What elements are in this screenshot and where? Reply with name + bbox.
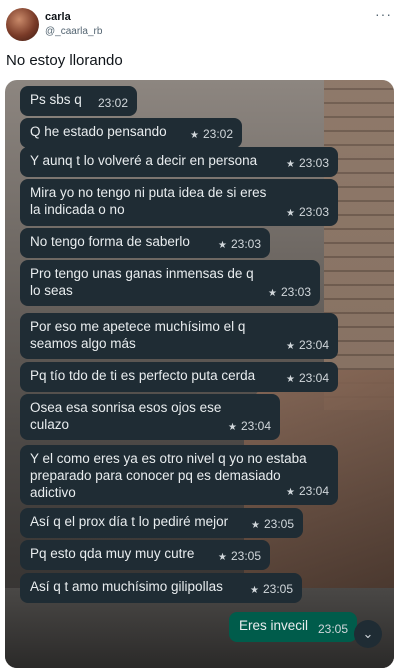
star-icon: ★ [268,288,277,299]
message-text: Pro tengo unas ganas inmensas de q lo se… [30,266,254,298]
star-icon: ★ [251,520,260,531]
message-time: 23:02 [98,95,128,112]
message-time: ★ 23:03 [286,204,329,222]
message-time: ★ 23:05 [251,516,294,534]
message-time: ★ 23:03 [218,236,261,254]
message-timestamp: 23:03 [298,205,329,219]
star-icon: ★ [286,341,295,352]
avatar[interactable] [6,8,39,41]
message-timestamp: 23:05 [317,622,348,636]
message-text: Y aunq t lo volveré a decir en persona [30,153,258,168]
star-icon: ★ [218,240,227,251]
message-time: ★ 23:04 [286,337,329,355]
message-time: ★ 23:03 [286,155,329,173]
message-text: Y el como eres ya es otro nivel q yo no … [30,451,307,500]
chat-message: Pro tengo unas ganas inmensas de q lo se… [20,260,320,306]
message-timestamp: 23:03 [298,156,329,170]
message-timestamp: 23:04 [298,338,329,352]
message-text: Por eso me apetece muchísimo el q seamos… [30,319,246,351]
message-timestamp: 23:03 [280,285,311,299]
message-time: ★ 23:04 [228,418,271,436]
star-icon: ★ [286,487,295,498]
message-timestamp: 23:02 [97,96,128,110]
message-timestamp: 23:05 [262,582,293,596]
message-timestamp: 23:04 [298,371,329,385]
chat-message: Ps sbs q 23:02 [20,86,137,116]
more-options-icon[interactable]: ··· [375,6,392,22]
message-text: Osea esa sonrisa esos ojos ese culazo [30,400,222,432]
chat-message: Así q el prox día t lo pediré mejor ★ 23:… [20,508,303,538]
display-name[interactable]: carla [45,11,71,23]
chat-message: Y aunq t lo volveré a decir en persona ★… [20,147,338,177]
tweet-text: No estoy llorando [6,52,123,69]
chat-message: Por eso me apetece muchísimo el q seamos… [20,313,338,359]
message-text: Pq tío tdo de ti es perfecto puta cerda [30,368,256,383]
message-time: ★ 23:04 [286,483,329,501]
chat-message: Mira yo no tengo ni puta idea de si eres… [20,179,338,226]
user-handle[interactable]: @_caarla_rb [45,26,102,37]
star-icon: ★ [286,374,295,385]
star-icon: ★ [190,130,199,141]
star-icon: ★ [286,208,295,219]
scroll-down-icon[interactable]: ⌄ [354,620,382,648]
chat-message: Y el como eres ya es otro nivel q yo no … [20,445,338,505]
chat-message: Así q t amo muchísimo gilipollas ★ 23:05 [20,573,302,603]
chat-message: Pq esto qda muy muy cutre ★ 23:05 [20,540,270,570]
message-timestamp: 23:05 [263,517,294,531]
tweet-media-image[interactable]: Ps sbs q 23:02 Q he estado pensando ★ 23:… [5,80,394,668]
tweet-header: carla @_caarla_rb ··· [0,0,400,48]
star-icon: ★ [250,585,259,596]
message-timestamp: 23:02 [202,127,233,141]
message-time: ★ 23:02 [190,126,233,144]
message-time: ★ 23:05 [250,581,293,599]
message-time: 23:05 [318,621,348,638]
background-building [324,80,394,410]
chat-message: No tengo forma de saberlo ★ 23:03 [20,228,270,258]
message-timestamp: 23:03 [230,237,261,251]
chat-message: Osea esa sonrisa esos ojos ese culazo ★ 2… [20,394,280,440]
message-text: Mira yo no tengo ni puta idea de si eres… [30,185,267,217]
chat-message-outgoing: Eres invecil 23:05 [229,612,357,642]
chat-message: Q he estado pensando ★ 23:02 [20,118,242,148]
message-time: ★ 23:03 [268,284,311,302]
message-timestamp: 23:05 [230,549,261,563]
message-time: ★ 23:05 [218,548,261,566]
message-timestamp: 23:04 [298,484,329,498]
star-icon: ★ [286,159,295,170]
star-icon: ★ [228,422,237,433]
message-timestamp: 23:04 [240,419,271,433]
star-icon: ★ [218,552,227,563]
chat-message: Pq tío tdo de ti es perfecto puta cerda … [20,362,338,392]
message-time: ★ 23:04 [286,370,329,388]
